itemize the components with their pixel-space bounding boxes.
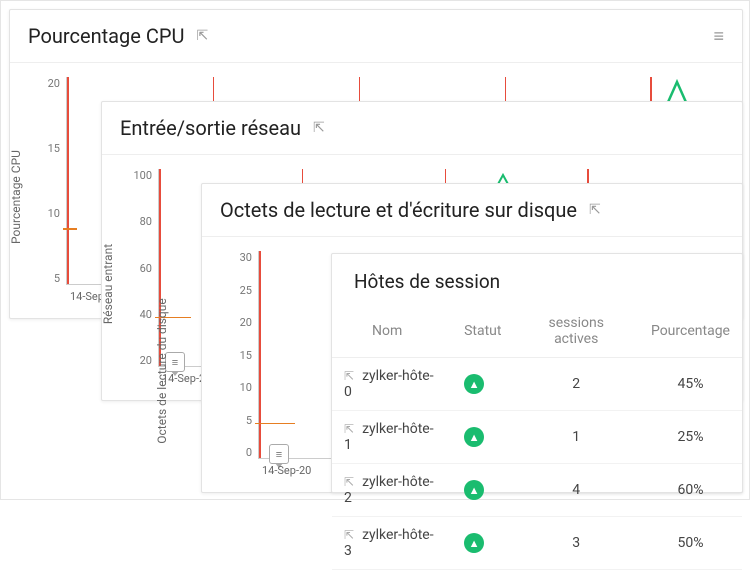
- network-ylabel: Réseau entrant: [101, 244, 115, 324]
- host-pct: 60%: [639, 464, 742, 517]
- status-up-icon: ▲: [464, 374, 484, 394]
- disk-marker-line: [255, 423, 295, 425]
- col-sessions: sessions actives: [513, 305, 639, 358]
- disk-ylabel: Octets de lecture du disque: [155, 298, 169, 443]
- hosts-table: Nom Statut sessions actives Pourcentage …: [332, 305, 742, 570]
- panel-disk-title: Octets de lecture et d'écriture sur disq…: [220, 198, 577, 222]
- host-sessions: 2: [513, 358, 639, 411]
- host-sessions: 4: [513, 464, 639, 517]
- host-sessions: 3: [513, 517, 639, 570]
- panel-cpu-header: Pourcentage CPU ⇱ ≡: [10, 10, 742, 63]
- host-pct: 25%: [639, 411, 742, 464]
- table-row[interactable]: ⇱zylker-hôte-3 ▲ 3 50%: [332, 517, 742, 570]
- network-yticks: 10080604020: [130, 169, 152, 367]
- table-row[interactable]: ⇱zylker-hôte-2 ▲ 4 60%: [332, 464, 742, 517]
- external-link-icon[interactable]: ⇱: [589, 202, 601, 218]
- host-name: zylker-hôte-1: [344, 421, 434, 453]
- status-up-icon: ▲: [464, 427, 484, 447]
- cpu-marker-line: [63, 228, 77, 230]
- host-name: zylker-hôte-0: [344, 368, 434, 400]
- host-pct: 50%: [639, 517, 742, 570]
- status-up-icon: ▲: [464, 480, 484, 500]
- panel-hosts: Hôtes de session Nom Statut sessions act…: [331, 253, 743, 493]
- external-link-icon[interactable]: ⇱: [344, 369, 354, 383]
- grid-line: [259, 251, 261, 458]
- host-name: zylker-hôte-3: [344, 527, 434, 559]
- host-sessions: 1: [513, 411, 639, 464]
- disk-xstart: 14-Sep-20: [262, 464, 311, 477]
- external-link-icon[interactable]: ⇱: [344, 528, 354, 542]
- grid-line: [67, 77, 69, 284]
- menu-icon[interactable]: ≡: [713, 26, 724, 47]
- table-row[interactable]: ⇱zylker-hôte-1 ▲ 1 25%: [332, 411, 742, 464]
- col-name: Nom: [332, 305, 452, 358]
- cpu-yticks: 2015105: [38, 77, 60, 285]
- col-pct: Pourcentage: [639, 305, 742, 358]
- panel-network-title: Entrée/sortie réseau: [120, 116, 301, 140]
- external-link-icon[interactable]: ⇱: [313, 120, 325, 136]
- panel-cpu-title: Pourcentage CPU: [28, 24, 184, 48]
- tooltip-icon[interactable]: ≡: [269, 444, 289, 464]
- disk-yticks: 302520151050: [230, 251, 252, 459]
- status-up-icon: ▲: [464, 533, 484, 553]
- col-status: Statut: [452, 305, 513, 358]
- table-row[interactable]: ⇱zylker-hôte-0 ▲ 2 45%: [332, 358, 742, 411]
- host-pct: 45%: [639, 358, 742, 411]
- external-link-icon[interactable]: ⇱: [344, 422, 354, 436]
- cpu-ylabel: Pourcentage CPU: [9, 150, 23, 244]
- external-link-icon[interactable]: ⇱: [344, 475, 354, 489]
- panel-network-header: Entrée/sortie réseau ⇱: [102, 102, 742, 155]
- hosts-title: Hôtes de session: [332, 254, 742, 305]
- panel-disk-header: Octets de lecture et d'écriture sur disq…: [202, 184, 742, 237]
- external-link-icon[interactable]: ⇱: [196, 28, 208, 44]
- host-name: zylker-hôte-2: [344, 474, 434, 506]
